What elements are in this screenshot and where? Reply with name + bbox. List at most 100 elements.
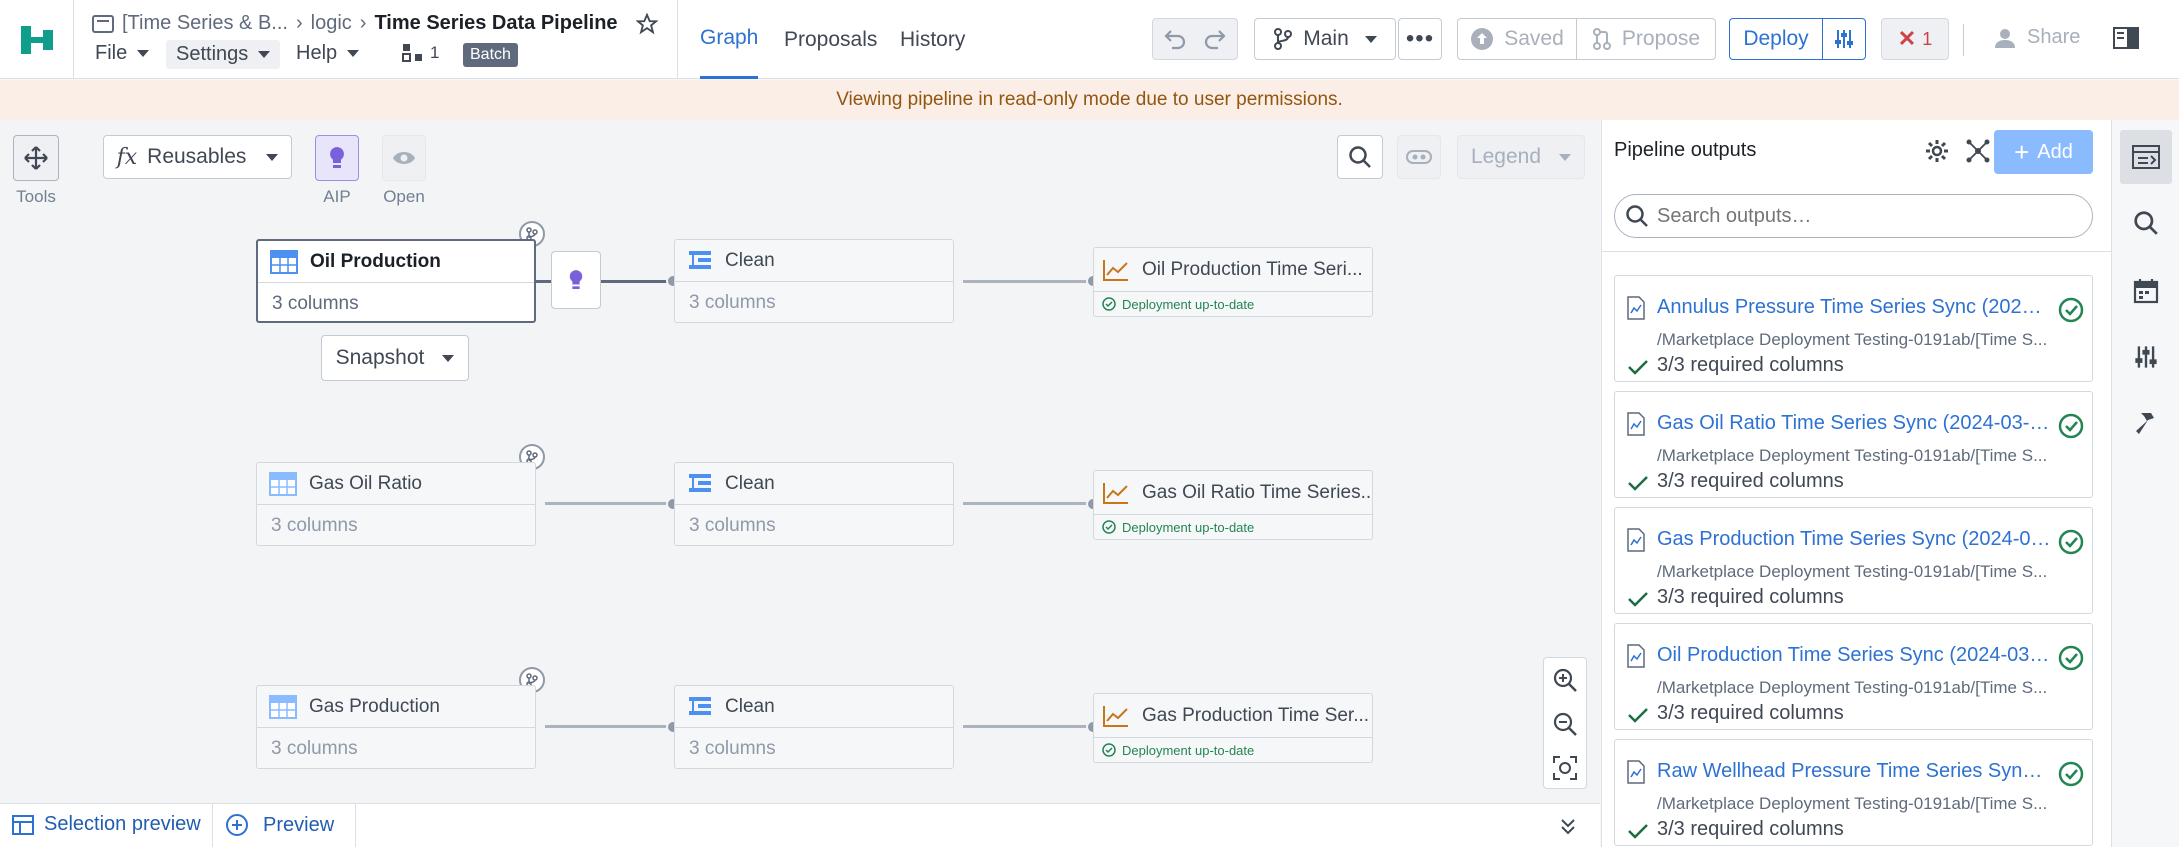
breadcrumb-item[interactable]: [Time Series & B... — [122, 12, 288, 35]
selection-preview-tab[interactable]: Selection preview — [12, 813, 201, 836]
search-icon[interactable] — [2133, 210, 2159, 236]
transform-node[interactable]: Clean 3 columns — [674, 462, 954, 546]
caret-down-icon — [266, 153, 279, 161]
function-icon: fx — [116, 144, 138, 170]
caret-down-icon — [1364, 35, 1377, 43]
output-title-link[interactable]: Gas Production Time Series Sync (2024-03… — [1657, 528, 2052, 551]
preview-tab[interactable]: Preview — [225, 813, 334, 837]
more-options-button[interactable]: ••• — [1398, 18, 1442, 60]
hammer-icon[interactable] — [2133, 410, 2159, 436]
output-title-link[interactable]: Gas Oil Ratio Time Series Sync (2024-03-… — [1657, 412, 2052, 435]
transform-node[interactable]: Clean 3 columns — [674, 685, 954, 769]
saved-button[interactable]: Saved — [1457, 18, 1577, 60]
tab-graph[interactable]: Graph — [700, 0, 759, 79]
check-circle-icon — [2058, 645, 2084, 671]
undo-icon[interactable] — [1163, 28, 1187, 50]
git-branch-icon — [1273, 28, 1293, 50]
add-output-button[interactable]: + Add — [1994, 130, 2093, 174]
errors-button[interactable]: ✕ 1 — [1881, 18, 1949, 60]
menu-help[interactable]: Help — [296, 42, 360, 65]
dataset-node[interactable]: Oil Production 3 columns — [256, 239, 536, 323]
legend-dropdown[interactable]: Legend — [1457, 135, 1585, 179]
zoom-in-icon[interactable] — [1544, 658, 1586, 702]
output-path: /Marketplace Deployment Testing-0191ab/[… — [1657, 562, 2048, 581]
outputs-panel-icon[interactable] — [2120, 130, 2172, 184]
output-node[interactable]: Oil Production Time Seri... Deployment u… — [1093, 247, 1373, 317]
redo-icon[interactable] — [1203, 28, 1227, 50]
menu-settings[interactable]: Settings — [166, 40, 281, 69]
output-card[interactable]: Oil Production Time Series Sync (2024-03… — [1614, 623, 2093, 730]
sliders-icon[interactable] — [2133, 344, 2159, 370]
transform-icon — [687, 249, 713, 273]
dataset-node[interactable]: Gas Production 3 columns — [256, 685, 536, 769]
graph-nodes-icon[interactable] — [1965, 138, 1991, 164]
search-graph-button[interactable] — [1337, 135, 1383, 179]
output-node[interactable]: Gas Production Time Ser... Deployment up… — [1093, 693, 1373, 763]
read-only-banner: Viewing pipeline in read-only mode due t… — [0, 80, 2179, 120]
reusables-dropdown[interactable]: fx Reusables — [103, 135, 292, 179]
breadcrumb-item[interactable]: logic — [311, 12, 352, 35]
node-subtitle: 3 columns — [689, 514, 776, 536]
dataset-node[interactable]: Gas Oil Ratio 3 columns — [256, 462, 536, 546]
link-view-button[interactable] — [1397, 135, 1441, 179]
user-icon — [1993, 27, 2017, 49]
output-path: /Marketplace Deployment Testing-0191ab/[… — [1657, 330, 2048, 349]
star-icon[interactable] — [635, 12, 658, 35]
output-node[interactable]: Gas Oil Ratio Time Series... Deployment … — [1093, 470, 1373, 540]
app-logo-icon[interactable] — [0, 0, 74, 79]
node-title: Oil Production — [310, 250, 441, 272]
tools-button[interactable] — [13, 135, 59, 181]
snapshot-dropdown[interactable]: Snapshot — [321, 335, 469, 381]
tab-history[interactable]: History — [900, 0, 965, 79]
output-card[interactable]: Annulus Pressure Time Series Sync (2024-… — [1614, 275, 2093, 382]
node-title: Oil Production Time Seri... — [1142, 258, 1363, 280]
required-columns: 3/3 required columns — [1657, 354, 1844, 376]
propose-label: Propose — [1621, 27, 1701, 50]
output-title-link[interactable]: Raw Wellhead Pressure Time Series Sync (… — [1657, 760, 2052, 783]
search-outputs-input[interactable] — [1657, 204, 2077, 228]
link-icon — [1406, 149, 1432, 165]
search-outputs-field[interactable] — [1614, 194, 2093, 238]
aip-suggestion-button[interactable] — [551, 251, 601, 309]
settings-gear-icon[interactable] — [1924, 138, 1950, 164]
batch-badge: Batch — [463, 43, 518, 67]
propose-button[interactable]: Propose — [1576, 18, 1716, 60]
aip-button[interactable] — [315, 135, 359, 181]
error-x-icon: ✕ — [1897, 26, 1917, 51]
edge — [545, 502, 674, 505]
tab-proposals[interactable]: Proposals — [784, 0, 877, 79]
node-subtitle: 3 columns — [271, 737, 358, 759]
output-card[interactable]: Raw Wellhead Pressure Time Series Sync (… — [1614, 739, 2093, 846]
transform-node[interactable]: Clean 3 columns — [674, 239, 954, 323]
output-card[interactable]: Gas Production Time Series Sync (2024-03… — [1614, 507, 2093, 614]
required-columns: 3/3 required columns — [1657, 818, 1844, 840]
checkmark-icon — [1627, 590, 1649, 608]
selection-preview-label: Selection preview — [44, 813, 201, 835]
deploy-button[interactable]: Deploy — [1729, 18, 1823, 60]
plus-icon: + — [2014, 136, 2030, 167]
time-series-file-icon — [1627, 644, 1645, 668]
check-circle-icon — [2058, 413, 2084, 439]
git-pull-icon — [1592, 28, 1612, 50]
branch-selector[interactable]: Main — [1254, 18, 1396, 60]
divider — [1602, 251, 2112, 252]
double-chevron-down-icon[interactable] — [1558, 816, 1578, 836]
share-button[interactable]: Share — [1993, 26, 2080, 49]
node-title: Clean — [725, 249, 775, 271]
open-button[interactable] — [382, 135, 426, 181]
output-title-link[interactable]: Oil Production Time Series Sync (2024-03… — [1657, 644, 2052, 667]
output-title-link[interactable]: Annulus Pressure Time Series Sync (2024-… — [1657, 296, 2052, 319]
fit-view-icon[interactable] — [1544, 746, 1586, 790]
zoom-out-icon[interactable] — [1544, 702, 1586, 746]
checkmark-icon — [1627, 358, 1649, 376]
graph-canvas[interactable]: Tools fx Reusables AIP Open Legend Oil P… — [0, 120, 1600, 803]
build-icon — [402, 43, 424, 63]
caret-down-icon — [442, 354, 455, 362]
output-card[interactable]: Gas Oil Ratio Time Series Sync (2024-03-… — [1614, 391, 2093, 498]
panel-layout-icon[interactable] — [2113, 26, 2139, 50]
menu-file[interactable]: File — [95, 42, 150, 65]
deploy-settings-button[interactable] — [1822, 18, 1866, 60]
calendar-icon[interactable] — [2133, 278, 2159, 304]
build-count[interactable]: 1 — [402, 43, 439, 63]
bottom-bar: Selection preview Preview — [0, 803, 1600, 847]
